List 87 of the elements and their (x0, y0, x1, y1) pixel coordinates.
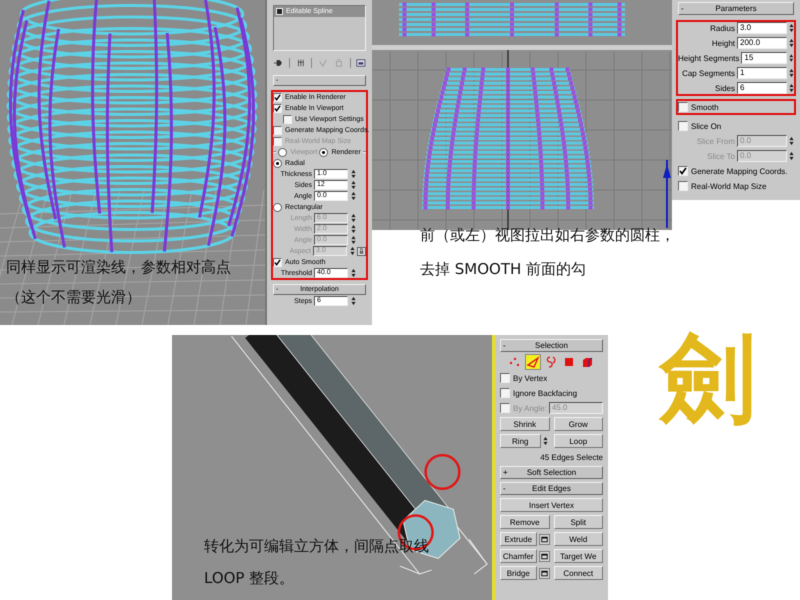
spinner-arrows-icon[interactable] (351, 224, 356, 234)
rollout-header[interactable]: - Selection (500, 339, 603, 352)
checkbox-option[interactable]: Real-World Map Size (678, 181, 766, 191)
spinner-arrows-icon[interactable] (351, 213, 356, 223)
rollout-header[interactable]: - Parameters (678, 2, 794, 15)
tool-button[interactable]: Chamfer (500, 549, 536, 563)
number-field[interactable]: 1 (737, 67, 787, 79)
spinner-arrows-icon[interactable] (789, 136, 794, 146)
tool-button[interactable]: Loop (554, 434, 603, 448)
tool-button[interactable]: Split (554, 515, 603, 529)
checkbox[interactable] (678, 121, 688, 131)
tool-button[interactable]: Weld (554, 532, 603, 546)
caption-text: （这个不需要光滑） (6, 287, 142, 308)
rollout-header[interactable]: + Soft Selection (500, 466, 603, 479)
triangle-icon[interactable] (526, 355, 540, 369)
tool-button[interactable]: Extrude (500, 532, 536, 546)
checkbox-option[interactable]: Ignore Backfacing (500, 388, 578, 398)
checkbox-option[interactable]: Generate Mapping Coords. (678, 166, 788, 176)
caption-text: 去掉 SMOOTH 前面的勾 (420, 259, 588, 280)
spinner-arrows-icon[interactable] (350, 246, 355, 256)
spinner-arrows-icon[interactable] (351, 268, 356, 278)
number-field[interactable]: 3.0 (737, 22, 787, 34)
number-field[interactable]: 200.0 (737, 37, 787, 49)
tool-button[interactable]: Ring (500, 434, 540, 448)
checkbox[interactable] (678, 166, 688, 176)
checkbox-option[interactable]: Smooth (678, 102, 719, 112)
caption-text: LOOP 整段。 (204, 568, 296, 589)
radio-button[interactable] (273, 158, 282, 168)
highlight-circle (424, 454, 461, 490)
checkbox[interactable] (273, 126, 282, 134)
rollout-header[interactable]: - Edit Edges (500, 482, 603, 495)
check-mark-icon[interactable] (318, 58, 328, 68)
selection-status-text: 45 Edges Selecte (540, 452, 603, 462)
spinner-arrows-icon[interactable] (789, 38, 794, 48)
dots-icon[interactable] (508, 355, 522, 369)
loop-icon[interactable] (544, 355, 558, 369)
settings-icon[interactable] (538, 550, 550, 562)
checkbox[interactable] (500, 388, 510, 398)
checkbox-option[interactable]: By Vertex (500, 373, 548, 383)
checkbox[interactable] (273, 104, 282, 112)
pin-icon[interactable] (273, 58, 283, 68)
spinner-arrows-icon[interactable] (351, 180, 356, 190)
checkbox-option[interactable]: Slice On (678, 121, 722, 131)
tool-button[interactable]: Grow (554, 417, 603, 431)
field-label: Height Segments (678, 54, 740, 62)
field-label: Sides (714, 84, 735, 92)
caption-text: 前（或左）视图拉出如右参数的圆柱， (420, 225, 675, 246)
field-label: Slice From (696, 136, 735, 146)
spinner-arrows-icon[interactable] (789, 151, 794, 161)
field-label: Height (712, 38, 735, 48)
tool-button[interactable]: Remove (500, 515, 550, 529)
spinner-arrows-icon[interactable] (789, 83, 794, 93)
spinner-arrows-icon[interactable] (789, 53, 794, 63)
radio-button[interactable] (273, 202, 282, 212)
configure-icon[interactable] (356, 58, 366, 68)
spinner-arrows-icon[interactable] (542, 436, 548, 446)
tool-button[interactable]: Target We (554, 549, 603, 563)
caption-text: 同样显示可渲染线，参数相对高点 (6, 257, 231, 278)
spinner-arrows-icon[interactable] (351, 169, 356, 179)
number-field[interactable]: 6 (737, 82, 787, 94)
tool-button[interactable]: Connect (554, 566, 603, 580)
spinner-arrows-icon[interactable] (351, 191, 356, 201)
spinner-arrows-icon[interactable] (351, 235, 356, 245)
checkbox[interactable] (283, 114, 292, 124)
spinner-arrows-icon[interactable] (351, 296, 356, 306)
spinner-arrows-icon[interactable] (789, 68, 794, 78)
field-label: Radius (710, 24, 735, 32)
tool-button[interactable]: Insert Vertex (500, 498, 603, 512)
square-icon[interactable] (562, 355, 576, 369)
calligraphy-logo: 劍 (660, 330, 756, 426)
field-label: Slice To (707, 152, 735, 160)
cube-icon[interactable] (580, 355, 594, 369)
fork-icon[interactable] (296, 58, 306, 68)
tool-button[interactable]: Shrink (500, 417, 550, 431)
settings-icon[interactable] (538, 568, 550, 578)
settings-icon[interactable] (538, 534, 550, 544)
axis-arrow-icon (663, 160, 671, 228)
spinner-arrows-icon[interactable] (789, 23, 794, 33)
checkbox[interactable] (500, 373, 510, 383)
number-field[interactable]: 15 (741, 52, 788, 64)
field-label: Cap Segments (682, 68, 735, 78)
checkbox[interactable] (273, 92, 282, 102)
checkbox[interactable] (273, 258, 282, 266)
radio-button[interactable] (319, 148, 328, 156)
checkbox[interactable] (678, 102, 688, 112)
tool-button[interactable]: Bridge (500, 566, 536, 580)
checkbox[interactable] (678, 181, 688, 191)
